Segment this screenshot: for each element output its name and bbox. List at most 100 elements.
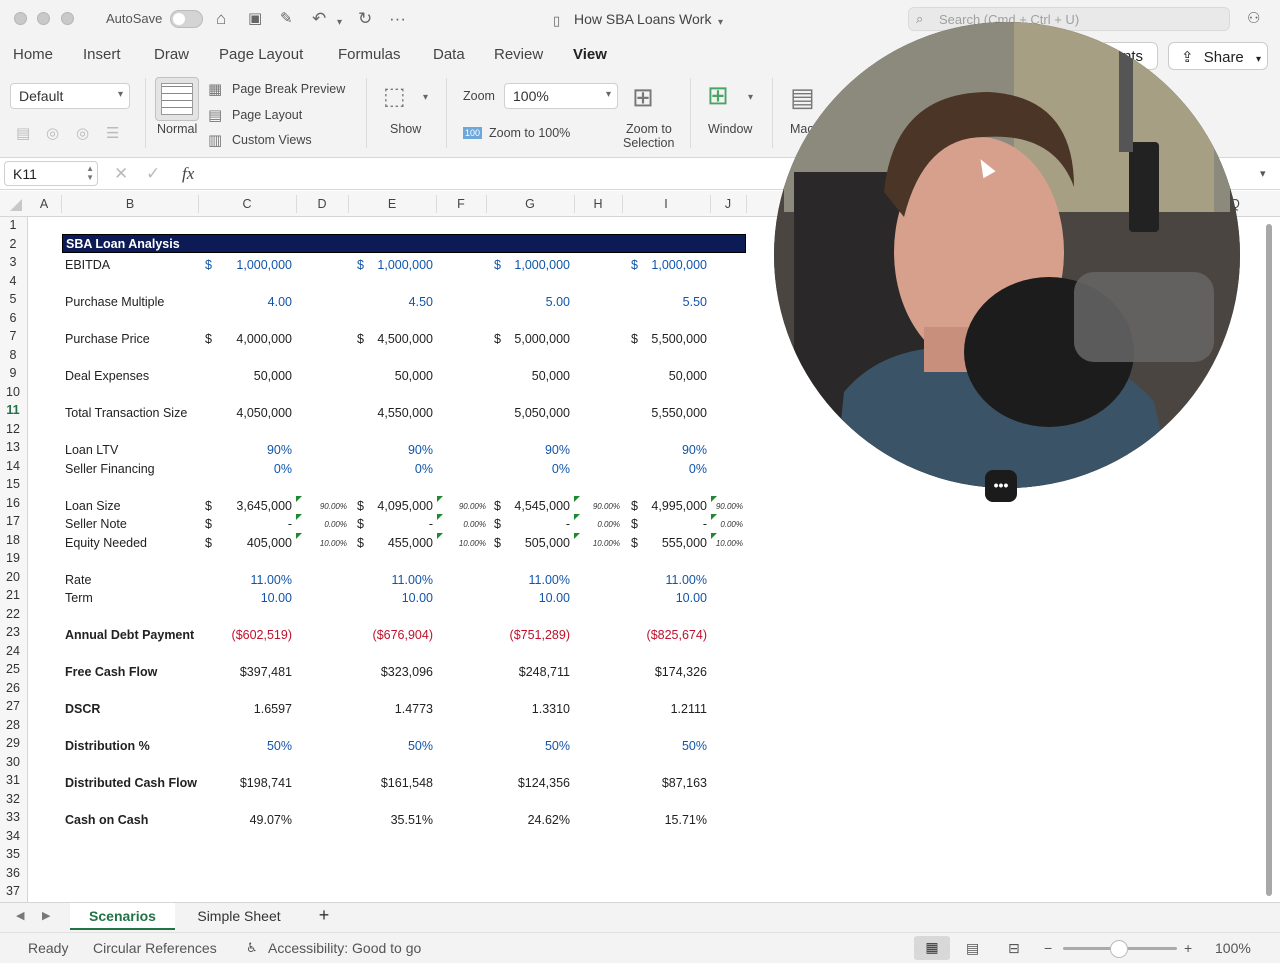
row-header[interactable]: 25: [0, 662, 26, 676]
row-header[interactable]: 9: [0, 366, 26, 380]
row-header[interactable]: 23: [0, 625, 26, 639]
select-all-button[interactable]: [10, 199, 22, 211]
cell-fcf[interactable]: $397,481: [240, 665, 292, 679]
row-label-loan-ltv[interactable]: Loan LTV: [65, 443, 118, 457]
column-header[interactable]: E: [348, 197, 436, 211]
normal-view-label[interactable]: Normal: [157, 122, 197, 136]
row-header[interactable]: 29: [0, 736, 26, 750]
cell-seller-fin[interactable]: 0%: [274, 462, 292, 476]
row-header[interactable]: 31: [0, 773, 26, 787]
row-header[interactable]: 26: [0, 681, 26, 695]
row-header[interactable]: 18: [0, 533, 26, 547]
cell-note[interactable]: -: [566, 517, 570, 531]
row-header[interactable]: 19: [0, 551, 26, 565]
expand-formula-bar-icon[interactable]: ▾: [1260, 167, 1266, 180]
tab-data[interactable]: Data: [433, 46, 465, 63]
cell-seller-fin[interactable]: 0%: [415, 462, 433, 476]
row-header[interactable]: 13: [0, 440, 26, 454]
cell-equity[interactable]: 555,000: [662, 536, 707, 550]
sheet-view-select[interactable]: Default ▾: [10, 83, 130, 109]
cell-currency-symbol[interactable]: $: [205, 332, 212, 346]
name-box[interactable]: K11 ▲ ▼: [4, 161, 98, 186]
row-label-rate[interactable]: Rate: [65, 573, 91, 587]
cell-equity-pct[interactable]: 10.00%: [320, 539, 347, 548]
zoom-to-selection-line1[interactable]: Zoom to: [626, 122, 672, 136]
cell-dist-pct[interactable]: 50%: [682, 739, 707, 753]
undo-icon[interactable]: ↶: [312, 9, 326, 29]
cell-price[interactable]: 4,000,000: [236, 332, 292, 346]
zoom-to-100-button[interactable]: Zoom to 100%: [489, 126, 570, 140]
cell-currency-symbol[interactable]: $: [631, 258, 638, 272]
cell-currency-symbol[interactable]: $: [357, 499, 364, 513]
row-header[interactable]: 7: [0, 329, 26, 343]
row-header[interactable]: 27: [0, 699, 26, 713]
cell-total[interactable]: 5,050,000: [514, 406, 570, 420]
cell-loan-pct[interactable]: 90.00%: [459, 502, 486, 511]
title-dropdown-icon[interactable]: ▾: [718, 13, 723, 33]
cell-ltv[interactable]: 90%: [545, 443, 570, 457]
tab-formulas[interactable]: Formulas: [338, 46, 401, 63]
cell-ebitda[interactable]: 1,000,000: [236, 258, 292, 272]
zoom-slider-thumb[interactable]: [1110, 940, 1128, 958]
row-label-total-transaction[interactable]: Total Transaction Size: [65, 406, 187, 420]
column-header[interactable]: G: [486, 197, 574, 211]
sheet-view-new-icon[interactable]: ◎: [76, 124, 89, 142]
zoom-window-button[interactable]: [61, 12, 74, 25]
home-icon[interactable]: ⌂: [216, 9, 226, 29]
cell-coc[interactable]: 49.07%: [250, 813, 292, 827]
column-header[interactable]: D: [296, 197, 348, 211]
cell-currency-symbol[interactable]: $: [494, 258, 501, 272]
next-sheet-icon[interactable]: ▶: [42, 909, 50, 922]
row-label-distribution-pct[interactable]: Distribution %: [65, 739, 150, 753]
cell-currency-symbol[interactable]: $: [357, 517, 364, 531]
cell-equity[interactable]: 505,000: [525, 536, 570, 550]
share-button[interactable]: ⇪ Share ▾: [1168, 42, 1268, 70]
row-label-cash-on-cash[interactable]: Cash on Cash: [65, 813, 148, 827]
row-header[interactable]: 30: [0, 755, 26, 769]
row-label-seller-financing[interactable]: Seller Financing: [65, 462, 155, 476]
enter-icon[interactable]: ✓: [146, 164, 160, 184]
column-header[interactable]: H: [574, 197, 622, 211]
cell-note[interactable]: -: [288, 517, 292, 531]
cell-currency-symbol[interactable]: $: [205, 517, 212, 531]
cell-term[interactable]: 10.00: [402, 591, 433, 605]
cell-debt[interactable]: ($825,674): [647, 628, 707, 642]
cell-fcf[interactable]: $323,096: [381, 665, 433, 679]
row-label-purchase-price[interactable]: Purchase Price: [65, 332, 150, 346]
prev-sheet-icon[interactable]: ◀: [16, 909, 24, 922]
cell-equity-pct[interactable]: 10.00%: [716, 539, 743, 548]
cell-loan[interactable]: 3,645,000: [236, 499, 292, 513]
cell-fcf[interactable]: $174,326: [655, 665, 707, 679]
cell-debt[interactable]: ($676,904): [373, 628, 433, 642]
cell-dist-pct[interactable]: 50%: [408, 739, 433, 753]
row-header[interactable]: 33: [0, 810, 26, 824]
cell-loan[interactable]: 4,095,000: [377, 499, 433, 513]
sheet-view-exit-icon[interactable]: ◎: [46, 124, 59, 142]
zoom-select[interactable]: 100% ▾: [504, 83, 618, 109]
zoom-out-icon[interactable]: −: [1044, 940, 1052, 956]
cell-multiple[interactable]: 5.50: [683, 295, 707, 309]
row-header[interactable]: 3: [0, 255, 26, 269]
cell-currency-symbol[interactable]: $: [494, 536, 501, 550]
cell-currency-symbol[interactable]: $: [205, 258, 212, 272]
row-label-distributed-cf[interactable]: Distributed Cash Flow: [65, 776, 197, 790]
row-header[interactable]: 36: [0, 866, 26, 880]
cell-currency-symbol[interactable]: $: [631, 536, 638, 550]
row-header[interactable]: 28: [0, 718, 26, 732]
cell-debt[interactable]: ($602,519): [232, 628, 292, 642]
add-sheet-button[interactable]: +: [304, 903, 344, 930]
row-header[interactable]: 35: [0, 847, 26, 861]
cell-rate[interactable]: 11.00%: [251, 573, 292, 587]
cell-multiple[interactable]: 4.50: [409, 295, 433, 309]
column-header[interactable]: A: [28, 197, 60, 211]
cell-loan-pct[interactable]: 90.00%: [716, 502, 743, 511]
cell-currency-symbol[interactable]: $: [494, 499, 501, 513]
cell-dist-pct[interactable]: 50%: [545, 739, 570, 753]
insert-function-icon[interactable]: fx: [182, 164, 194, 184]
column-header[interactable]: B: [62, 197, 198, 211]
cell-ebitda[interactable]: 1,000,000: [514, 258, 570, 272]
close-window-button[interactable]: [14, 12, 27, 25]
cell-currency-symbol[interactable]: $: [631, 332, 638, 346]
cell-loan-pct[interactable]: 90.00%: [320, 502, 347, 511]
page-layout-view-icon[interactable]: ▤: [966, 940, 979, 957]
